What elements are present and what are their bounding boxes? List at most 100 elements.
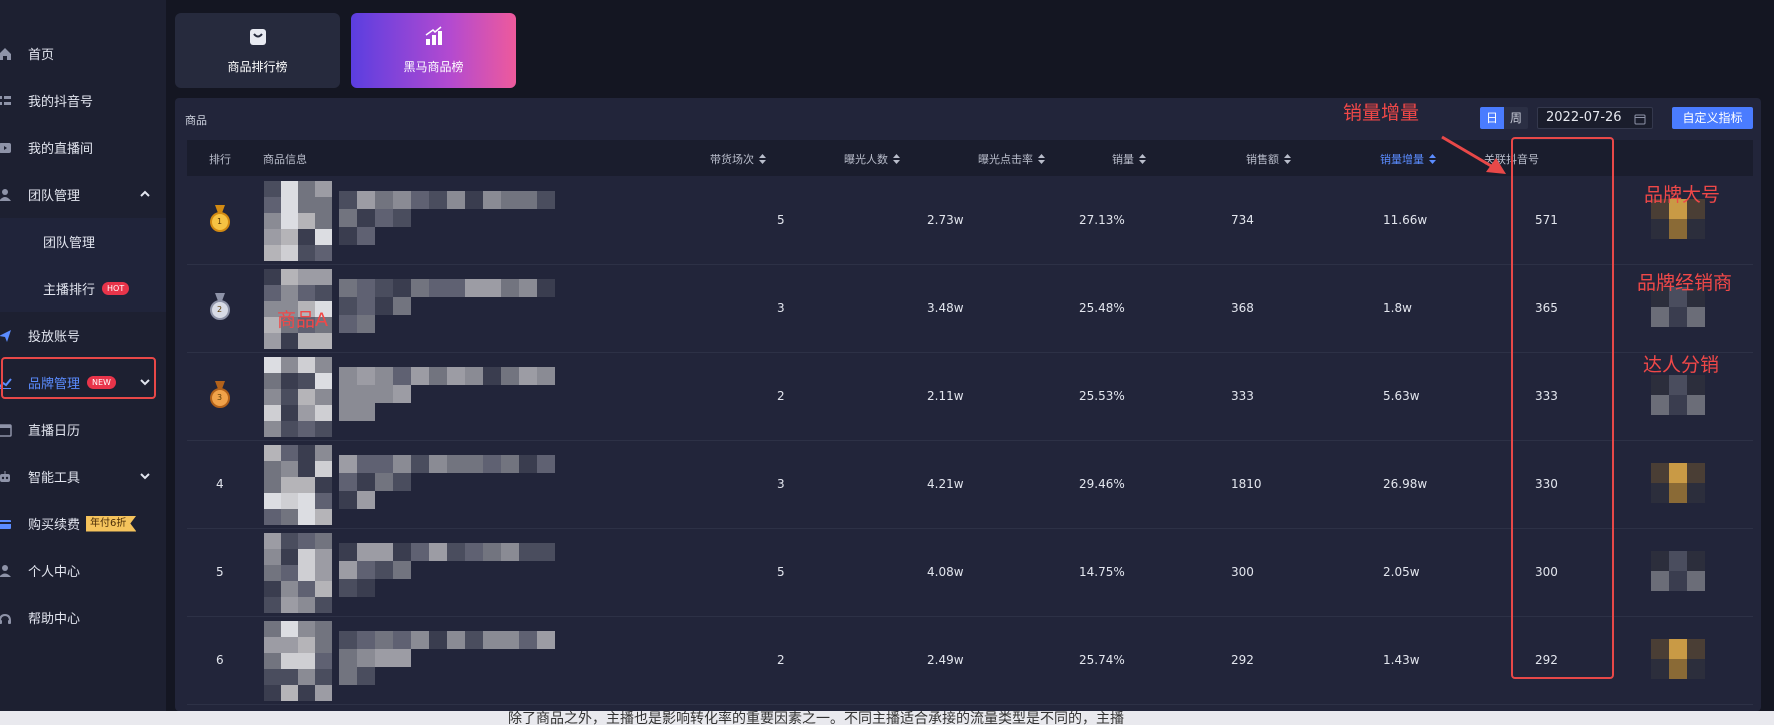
header-ctr[interactable]: 曝光点击率 xyxy=(978,151,1045,167)
tab-dark-horse[interactable]: 黑马商品榜 xyxy=(351,13,516,88)
date-picker[interactable]: 2022-07-26 xyxy=(1537,107,1653,129)
thumbnail-pixel xyxy=(315,669,332,685)
name-pixel xyxy=(375,367,393,385)
sidebar-item-label: 主播排行 xyxy=(43,283,96,298)
name-pixel xyxy=(393,649,411,667)
period-toggle: 日 周 xyxy=(1480,107,1528,129)
avatar-pixel xyxy=(1651,659,1669,679)
thumbnail-pixel xyxy=(281,685,298,701)
header-label: 销量增量 xyxy=(1380,153,1424,166)
thumbnail-pixel xyxy=(315,333,332,349)
sidebar-item-smart-tools[interactable]: 智能工具 xyxy=(0,453,166,500)
toggle-week-button[interactable]: 周 xyxy=(1504,107,1528,129)
name-pixel xyxy=(447,367,465,385)
video-icon xyxy=(0,139,14,157)
linked-account-avatar[interactable] xyxy=(1651,463,1705,503)
thumbnail-pixel xyxy=(264,637,281,653)
cell-exposure: 2.11w xyxy=(927,389,964,403)
thumbnail-pixel xyxy=(298,269,315,285)
tab-product-ranking[interactable]: 商品排行榜 xyxy=(175,13,340,88)
calendar-icon xyxy=(0,421,14,439)
linked-account-avatar[interactable] xyxy=(1651,551,1705,591)
name-pixel xyxy=(519,191,537,209)
sidebar-item-label: 我的抖音号 xyxy=(28,95,94,110)
name-pixel xyxy=(447,631,465,649)
product-thumbnail[interactable] xyxy=(264,181,339,261)
thumbnail-pixel xyxy=(298,621,315,637)
name-pixel xyxy=(447,191,465,209)
name-pixel xyxy=(411,367,429,385)
avatar-pixel xyxy=(1687,375,1705,395)
name-pixel xyxy=(375,561,393,579)
product-thumbnail[interactable] xyxy=(264,357,339,437)
name-pixel xyxy=(429,455,447,473)
sidebar-item-team[interactable]: 团队管理 xyxy=(0,171,166,218)
name-pixel xyxy=(483,455,501,473)
sidebar-subitem-anchor-rank[interactable]: 主播排行 HOT xyxy=(0,265,166,312)
thumbnail-pixel xyxy=(281,533,298,549)
thumbnail-pixel xyxy=(281,389,298,405)
name-pixel xyxy=(339,297,357,315)
sidebar-item-my-live[interactable]: 我的直播间 xyxy=(0,124,166,171)
sidebar-item-label: 我的直播间 xyxy=(28,142,94,157)
product-name-blurred[interactable] xyxy=(339,279,609,333)
product-name-blurred[interactable] xyxy=(339,631,609,685)
sidebar-item-profile[interactable]: 个人中心 xyxy=(0,547,166,594)
thumbnail-pixel xyxy=(264,653,281,669)
product-name-blurred[interactable] xyxy=(339,191,609,245)
linked-account-avatar[interactable] xyxy=(1651,639,1705,679)
product-name-blurred[interactable] xyxy=(339,543,609,597)
name-pixel xyxy=(375,279,393,297)
thumbnail-pixel xyxy=(298,421,315,437)
name-pixel xyxy=(339,631,357,649)
name-pixel xyxy=(357,455,375,473)
thumbnail-pixel xyxy=(281,477,298,493)
avatar-pixel xyxy=(1651,219,1669,239)
header-product-info: 商品信息 xyxy=(263,153,307,166)
name-pixel xyxy=(339,227,357,245)
hot-badge: HOT xyxy=(102,282,130,295)
sidebar-item-ad-account[interactable]: 投放账号 xyxy=(0,312,166,359)
thumbnail-pixel xyxy=(264,269,281,285)
toggle-day-button[interactable]: 日 xyxy=(1480,107,1504,129)
product-name-blurred[interactable] xyxy=(339,455,609,509)
sidebar-item-purchase[interactable]: 购买续费 年付6折 xyxy=(0,500,166,547)
custom-metrics-button[interactable]: 自定义指标 xyxy=(1672,107,1753,129)
product-name-blurred[interactable] xyxy=(339,367,609,421)
product-thumbnail[interactable] xyxy=(264,621,339,701)
name-pixel xyxy=(339,385,357,403)
cell-ctr: 25.53% xyxy=(1079,389,1125,403)
name-pixel xyxy=(339,455,357,473)
name-pixel xyxy=(357,631,375,649)
linked-account-avatar[interactable] xyxy=(1651,375,1705,415)
header-sessions[interactable]: 带货场次 xyxy=(710,151,766,167)
header-exposure[interactable]: 曝光人数 xyxy=(844,151,900,167)
thumbnail-pixel xyxy=(264,333,281,349)
thumbnail-pixel xyxy=(298,213,315,229)
name-pixel xyxy=(483,631,501,649)
sidebar-item-home[interactable]: 首页 xyxy=(0,30,166,77)
sidebar-item-my-douyin[interactable]: 我的抖音号 xyxy=(0,77,166,124)
name-pixel xyxy=(393,367,411,385)
sidebar-item-help[interactable]: 帮助中心 xyxy=(0,594,166,641)
name-pixel xyxy=(537,367,555,385)
cell-ctr: 27.13% xyxy=(1079,213,1125,227)
name-pixel xyxy=(411,543,429,561)
product-thumbnail[interactable] xyxy=(264,445,339,525)
header-sales[interactable]: 销量 xyxy=(1112,151,1146,167)
tab-label: 黑马商品榜 xyxy=(403,60,464,74)
rank-value: 4 xyxy=(216,477,224,491)
header-revenue[interactable]: 销售额 xyxy=(1246,151,1291,167)
name-pixel xyxy=(537,455,555,473)
header-sales-increment[interactable]: 销量增量 xyxy=(1380,151,1436,167)
name-pixel xyxy=(537,191,555,209)
name-pixel xyxy=(375,649,393,667)
product-thumbnail[interactable] xyxy=(264,533,339,613)
sidebar-item-live-calendar[interactable]: 直播日历 xyxy=(0,406,166,453)
header-label: 曝光点击率 xyxy=(978,153,1033,166)
thumbnail-pixel xyxy=(264,509,281,525)
thumbnail-pixel xyxy=(281,197,298,213)
thumbnail-pixel xyxy=(264,181,281,197)
robot-icon xyxy=(0,468,14,486)
sidebar-subitem-team[interactable]: 团队管理 xyxy=(0,218,166,265)
